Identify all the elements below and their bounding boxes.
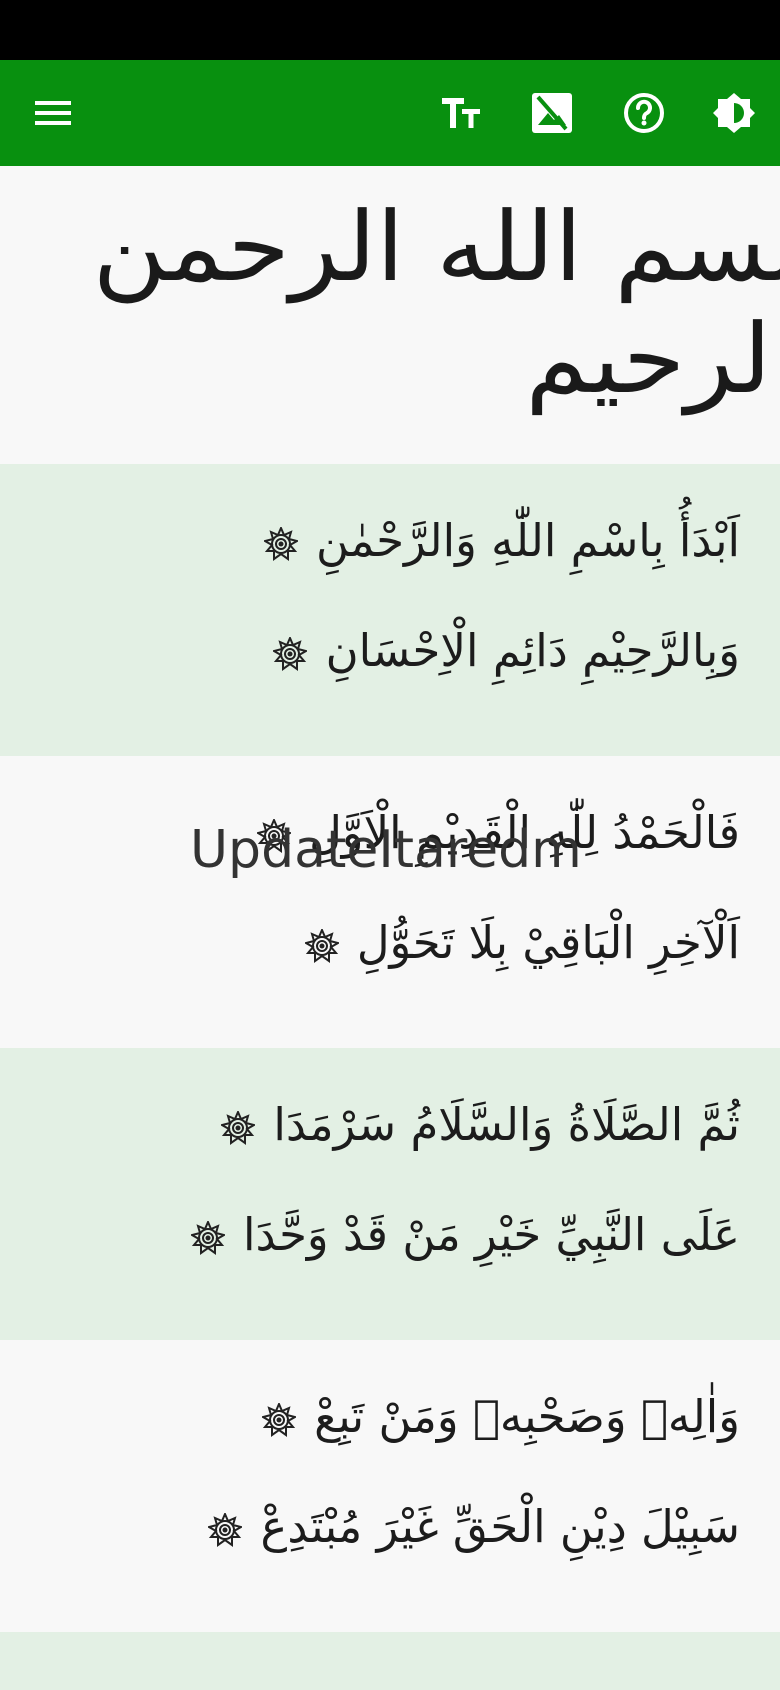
brightness-icon: [713, 93, 755, 133]
no-image-icon: [532, 93, 572, 133]
toggle-images-button[interactable]: [524, 85, 580, 141]
verse-row-partial[interactable]: [0, 1632, 780, 1690]
menu-icon: [35, 101, 71, 125]
verse-line-1: وَاٰلِهٖ وَصَحْبِهٖ وَمَنْ تَبِعْ: [314, 1390, 740, 1443]
rosette-icon: [208, 1513, 243, 1547]
verse-row[interactable]: ثُمَّ الصَّلَاةُ وَالسَّلَامُ سَرْمَدَا …: [0, 1048, 780, 1340]
verse-line-2: وَبِالرَّحِيْمِ دَائِمِ الْاِحْسَانِ: [325, 624, 740, 677]
rosette-icon: [261, 1403, 296, 1437]
app-bar: [0, 60, 780, 166]
rosette-icon: [273, 637, 308, 671]
rosette-icon: [263, 527, 298, 561]
verse-line-1: اَبْدَأُ بِاسْمِ اللّٰهِ وَالرَّحْمٰنِ: [315, 514, 740, 567]
verse-line-1: ثُمَّ الصَّلَاةُ وَالسَّلَامُ سَرْمَدَا: [273, 1098, 740, 1151]
status-bar: [0, 0, 780, 60]
verse-line-2: سَبِيْلَ دِيْنِ الْحَقِّ غَيْرَ مُبْتَدِ…: [260, 1500, 740, 1553]
verse-row[interactable]: اَبْدَأُ بِاسْمِ اللّٰهِ وَالرَّحْمٰنِ و…: [0, 464, 780, 756]
brightness-button[interactable]: [706, 85, 762, 141]
text-size-button[interactable]: [434, 85, 490, 141]
help-button[interactable]: [616, 85, 672, 141]
verse-row[interactable]: وَاٰلِهٖ وَصَحْبِهٖ وَمَنْ تَبِعْ سَبِيْ…: [0, 1340, 780, 1632]
menu-button[interactable]: [25, 85, 81, 141]
basmala-banner: بسم الله الرحمن الرحيم: [0, 166, 780, 464]
verse-row[interactable]: فَالْحَمْدُ لِلّٰهِ الْقَدِيْمِ الْاَوَّ…: [0, 756, 780, 1048]
rosette-icon: [190, 1221, 225, 1255]
overlay-text: UpdateItaredm: [190, 820, 582, 880]
rosette-icon: [304, 929, 339, 963]
basmala-calligraphy: بسم الله الرحمن الرحيم: [92, 191, 780, 415]
verse-line-2: اَلْآخِرِ الْبَاقِيْ بِلَا تَحَوُّلِ: [356, 916, 740, 969]
rosette-icon: [221, 1111, 256, 1145]
text-size-icon: [442, 98, 480, 128]
help-icon: [624, 93, 664, 133]
verse-line-2: عَلَى النَّبِيِّ خَيْرِ مَنْ قَدْ وَحَّد…: [242, 1208, 740, 1261]
